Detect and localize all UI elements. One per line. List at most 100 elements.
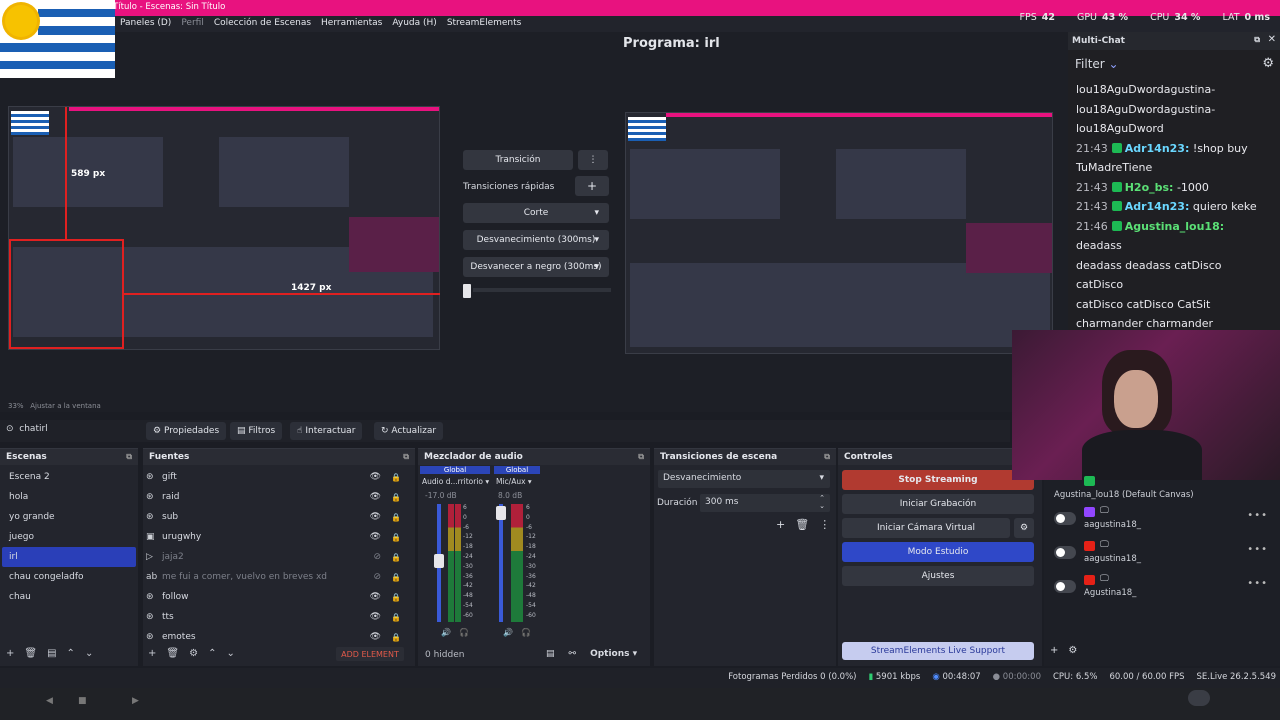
add-icon[interactable]: + — [776, 518, 785, 531]
close-icon[interactable]: ✕ — [1268, 34, 1276, 45]
channel-1-name[interactable]: Audio d...rritorio ▾ — [422, 477, 489, 486]
scene-item[interactable]: Escena 2 — [2, 467, 136, 487]
virtual-camera-settings-button[interactable]: ⚙ — [1014, 518, 1034, 538]
undock-icon[interactable]: ⧉ — [126, 452, 132, 462]
undock-icon[interactable]: ⧉ — [638, 452, 644, 462]
t-bar-slider[interactable] — [463, 282, 611, 298]
speaker-icon[interactable]: 🔊 — [441, 628, 451, 637]
eye-hidden-icon[interactable]: ⊘ — [373, 552, 381, 562]
menu-help[interactable]: Ayuda (H) — [392, 18, 436, 28]
source-item[interactable]: ab me fui a comer, vuelvo en breves xd ⊘ 🔒 — [143, 567, 415, 587]
gear-icon[interactable]: ⚙ — [189, 648, 198, 659]
chat-bubble-icon[interactable] — [1188, 690, 1210, 706]
transition-type-select[interactable]: Desvanecimiento ▾ — [658, 470, 830, 488]
menu-profile[interactable]: Perfil — [181, 18, 204, 28]
stop-icon[interactable]: ■ — [78, 696, 87, 706]
menu-panels[interactable]: Paneles (D) — [120, 18, 171, 28]
arrow-down-icon[interactable]: ⌄ — [226, 648, 234, 659]
trash-icon[interactable]: 🗑 — [166, 648, 179, 659]
trash-icon[interactable]: 🗑 — [795, 518, 809, 531]
studio-mode-button[interactable]: Modo Estudio — [842, 542, 1034, 562]
quick-transition-fade[interactable]: Desvanecimiento (300ms) — [463, 230, 609, 250]
add-icon[interactable]: + — [1050, 645, 1058, 656]
source-item[interactable]: ⊛ sub 👁 🔒 — [143, 507, 415, 527]
eye-icon[interactable]: 👁 — [370, 532, 381, 542]
lock-icon[interactable]: 🔒 — [391, 533, 401, 542]
lock-icon[interactable]: 🔒 — [391, 593, 401, 602]
lock-icon[interactable]: 🔒 — [391, 553, 401, 562]
source-item[interactable]: ⊛ gift 👁 🔒 — [143, 467, 415, 487]
play-back-icon[interactable]: ◀ — [46, 696, 53, 706]
settings-button[interactable]: Ajustes — [842, 566, 1034, 586]
zoom-indicator[interactable]: 33% Ajustar a la ventana — [8, 402, 101, 410]
filters-button[interactable]: ▤ Filtros — [230, 422, 283, 440]
scene-item[interactable]: hola — [2, 487, 136, 507]
stream-toggle[interactable] — [1054, 546, 1076, 559]
scene-item[interactable]: chau congeladfo — [2, 567, 136, 587]
stream-toggle[interactable] — [1054, 512, 1076, 525]
headphones-icon[interactable]: 🎧 — [521, 628, 531, 637]
more-icon[interactable]: ••• — [1247, 578, 1268, 589]
gear-icon[interactable]: ⚙ — [1262, 56, 1274, 71]
lock-icon[interactable]: 🔒 — [391, 613, 401, 622]
lock-icon[interactable]: 🔒 — [391, 513, 401, 522]
eye-icon[interactable]: 👁 — [370, 632, 381, 642]
undock-icon[interactable]: ⧉ — [824, 452, 830, 462]
more-icon[interactable]: ••• — [1247, 510, 1268, 521]
quick-transition-cut[interactable]: Corte — [463, 203, 609, 223]
channel-2-name[interactable]: Mic/Aux ▾ — [496, 477, 532, 486]
transition-menu-button[interactable]: ⋮ — [578, 150, 608, 170]
more-icon[interactable]: ••• — [1247, 544, 1268, 555]
chat-filter[interactable]: Filter ⌄ — [1075, 57, 1119, 71]
gear-icon[interactable]: ⚙ — [1068, 645, 1077, 656]
add-element-button[interactable]: ADD ELEMENT — [336, 647, 404, 661]
trash-icon[interactable]: 🗑 — [24, 648, 37, 659]
lock-icon[interactable]: 🔒 — [391, 493, 401, 502]
source-item[interactable]: ▣ urugwhy 👁 🔒 — [143, 527, 415, 547]
start-recording-button[interactable]: Iniciar Grabación — [842, 494, 1034, 514]
source-item[interactable]: ⊛ emotes 👁 🔒 — [143, 627, 415, 647]
link-icon[interactable]: ⚯ — [569, 649, 577, 659]
eye-icon[interactable]: 👁 — [370, 612, 381, 622]
undock-icon[interactable]: ⧉ — [403, 452, 409, 462]
quick-transition-fade-black[interactable]: Desvanecer a negro (300ms) — [463, 257, 609, 277]
options-dropdown[interactable]: Options ▾ — [590, 649, 637, 659]
play-icon[interactable]: ▶ — [132, 696, 139, 706]
eye-hidden-icon[interactable]: ⊘ — [373, 572, 381, 582]
channel-2-fader[interactable] — [496, 504, 506, 622]
source-item[interactable]: ⊛ tts 👁 🔒 — [143, 607, 415, 627]
scene-item-selected[interactable]: irl — [2, 547, 136, 567]
arrow-down-icon[interactable]: ⌄ — [85, 648, 93, 659]
speaker-icon[interactable]: 🔊 — [503, 628, 513, 637]
source-item[interactable]: ⊛ raid 👁 🔒 — [143, 487, 415, 507]
lock-icon[interactable]: 🔒 — [391, 473, 401, 482]
add-icon[interactable]: + — [148, 648, 156, 659]
add-quick-transition-button[interactable]: + — [575, 176, 609, 196]
arrow-up-icon[interactable]: ⌃ — [67, 648, 75, 659]
add-icon[interactable]: + — [6, 648, 14, 659]
eye-icon[interactable]: 👁 — [370, 492, 381, 502]
scene-item[interactable]: juego — [2, 527, 136, 547]
support-button[interactable]: StreamElements Live Support — [842, 642, 1034, 660]
eye-icon[interactable]: 👁 — [370, 592, 381, 602]
source-item[interactable]: ⊛ follow 👁 🔒 — [143, 587, 415, 607]
more-icon[interactable]: ⋮ — [819, 518, 830, 531]
virtual-camera-button[interactable]: Iniciar Cámara Virtual — [842, 518, 1010, 538]
eye-icon[interactable]: 👁 — [370, 512, 381, 522]
headphones-icon[interactable]: 🎧 — [459, 628, 469, 637]
menu-scene-collection[interactable]: Colección de Escenas — [214, 18, 311, 28]
source-item[interactable]: ▷ jaja2 ⊘ 🔒 — [143, 547, 415, 567]
transition-button[interactable]: Transición — [463, 150, 573, 170]
eye-icon[interactable]: 👁 — [370, 472, 381, 482]
channel-1-fader[interactable] — [434, 504, 444, 622]
scene-item[interactable]: chau — [2, 587, 136, 607]
lock-icon[interactable]: 🔒 — [391, 633, 401, 642]
duration-spinbox[interactable]: 300 ms ⌃ ⌄ — [700, 494, 830, 512]
stop-streaming-button[interactable]: Stop Streaming — [842, 470, 1034, 490]
scene-item[interactable]: yo grande — [2, 507, 136, 527]
properties-button[interactable]: ⚙ Propiedades — [146, 422, 227, 440]
preview-canvas[interactable]: 589 px 1427 px — [8, 106, 440, 350]
refresh-button[interactable]: ↻ Actualizar — [374, 422, 444, 440]
layout-icon[interactable]: ▤ — [546, 649, 555, 659]
popout-icon[interactable]: ⧉ — [1254, 35, 1260, 45]
